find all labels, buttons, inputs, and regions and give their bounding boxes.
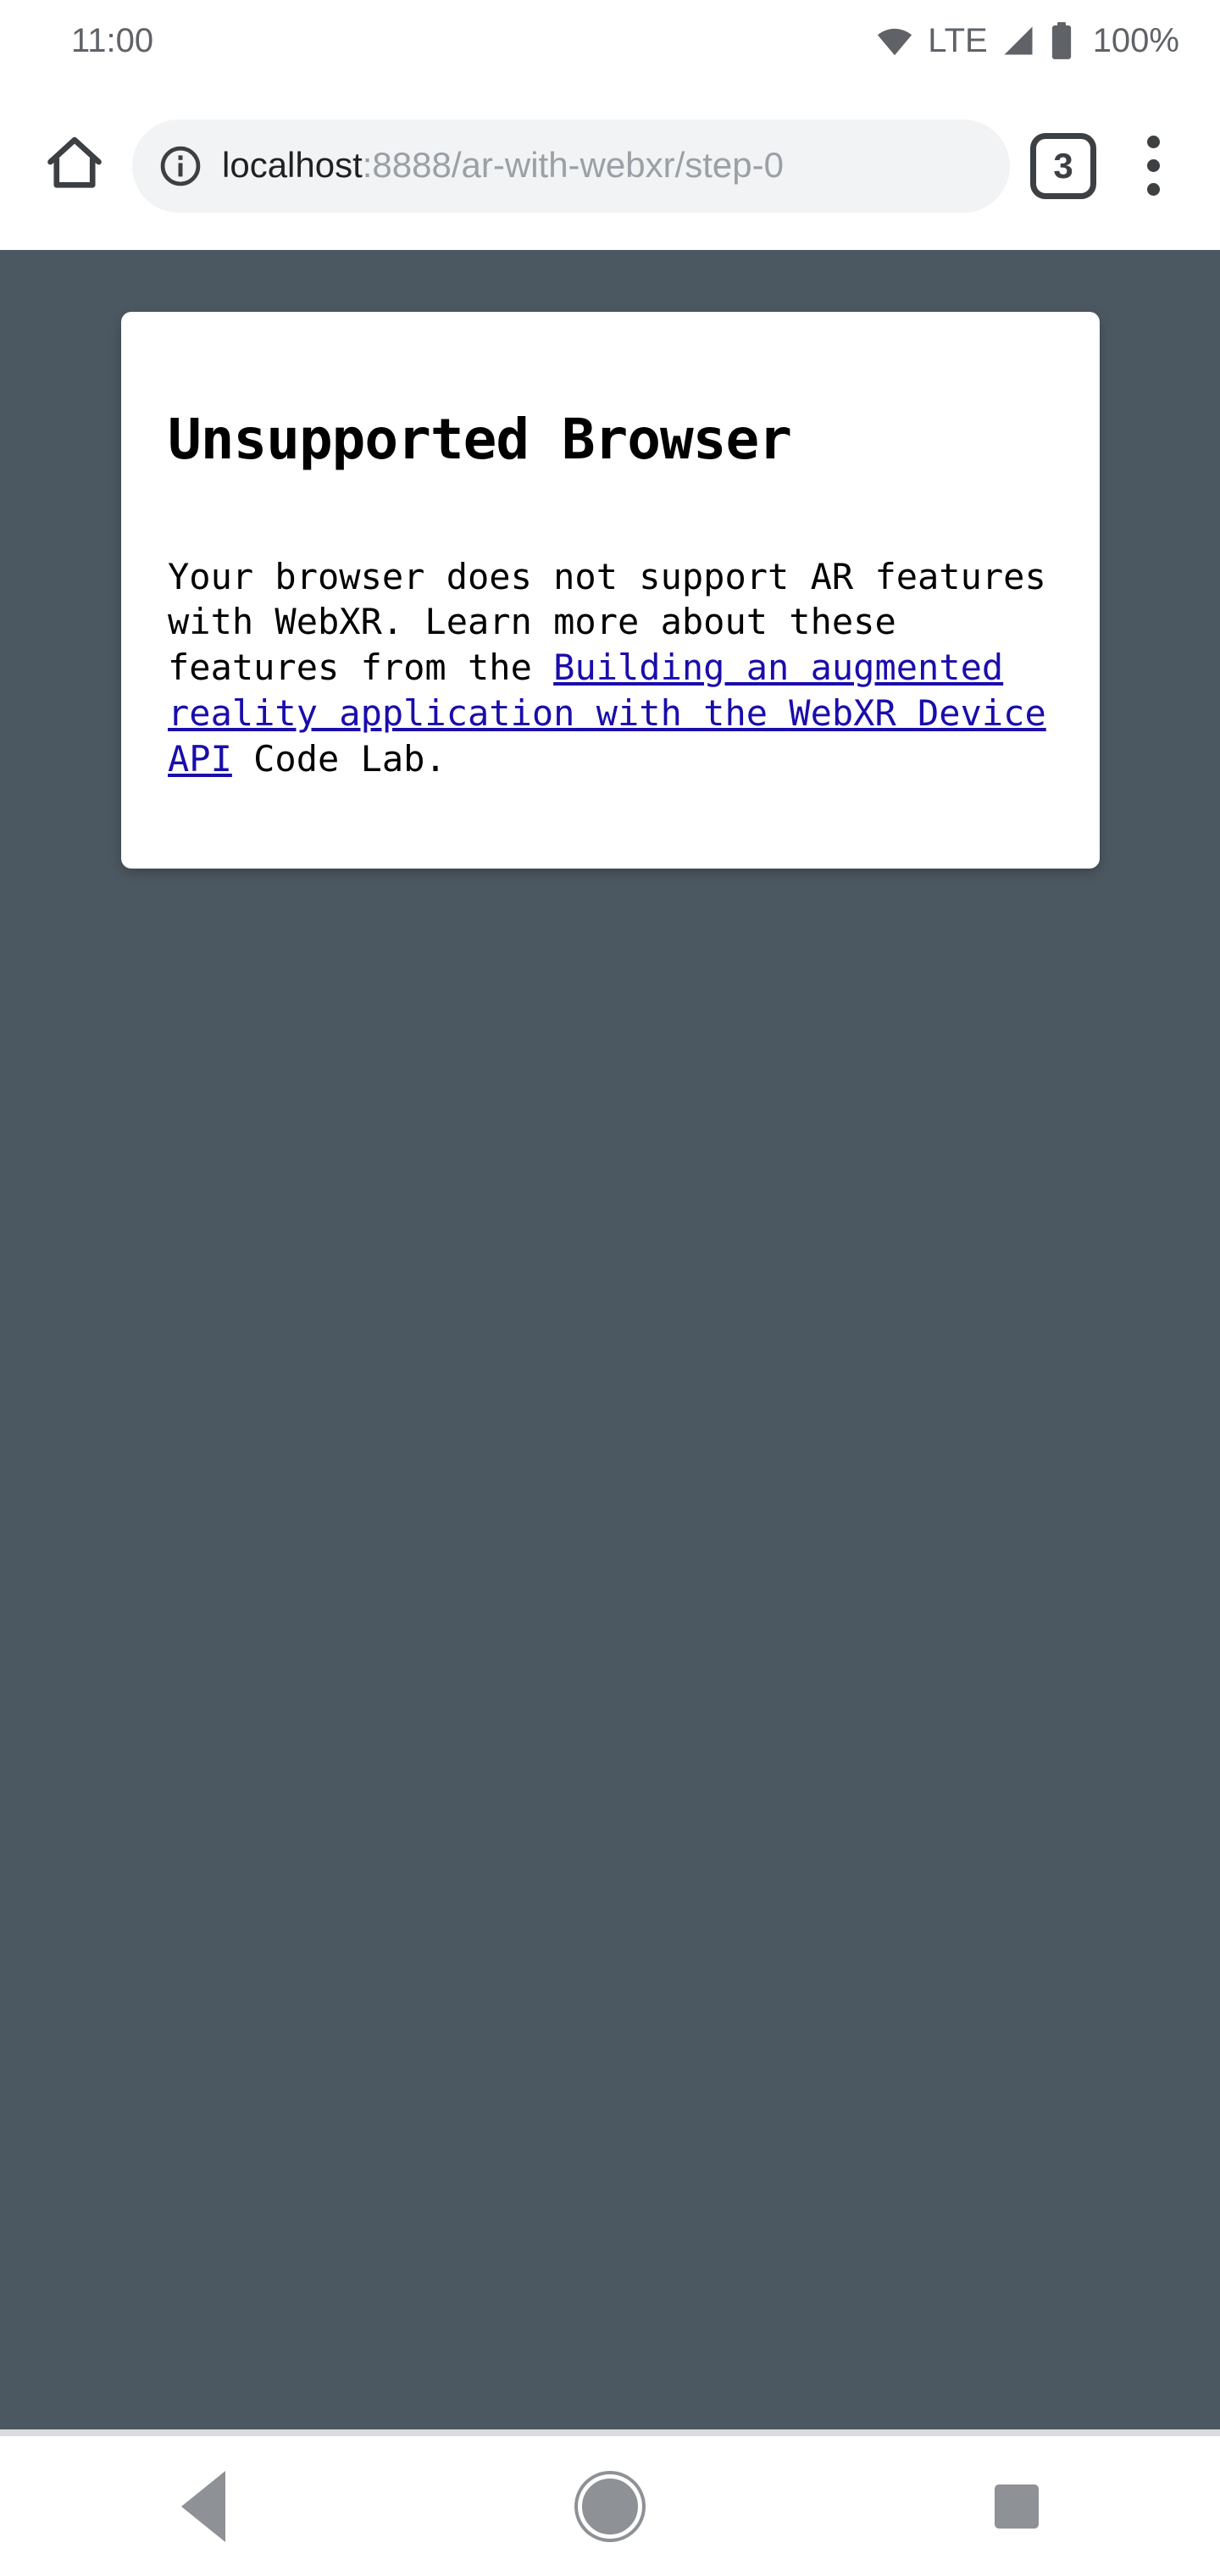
address-bar[interactable]: localhost:8888/ar-with-webxr/step-0: [132, 119, 1010, 213]
more-vertical-icon[interactable]: [1115, 124, 1191, 208]
unsupported-browser-card: Unsupported Browser Your browser does no…: [121, 312, 1100, 869]
home-circle-icon: [582, 2478, 638, 2534]
nav-home-button[interactable]: [525, 2436, 695, 2576]
url-host: localhost: [222, 146, 363, 186]
menu-dot-1: [1146, 136, 1160, 148]
network-type-label: LTE: [928, 22, 988, 59]
battery-icon: [1049, 21, 1074, 60]
browser-toolbar: localhost:8888/ar-with-webxr/step-0 3: [0, 81, 1220, 250]
recents-square-icon: [995, 2484, 1039, 2529]
nav-back-button[interactable]: [119, 2436, 288, 2576]
tab-count-label: 3: [1053, 145, 1073, 186]
url-path: :8888/ar-with-webxr/step-0: [362, 146, 784, 186]
battery-percent-label: 100%: [1092, 22, 1179, 59]
signal-icon: [1000, 22, 1037, 59]
back-icon: [181, 2470, 225, 2542]
info-icon[interactable]: [158, 143, 203, 189]
home-button[interactable]: [29, 120, 120, 212]
nav-bar-divider: [0, 2429, 1220, 2436]
body-suffix-text: Code Lab.: [231, 737, 446, 780]
home-icon: [42, 131, 107, 200]
nav-recents-button[interactable]: [932, 2436, 1101, 2576]
menu-dot-3: [1146, 183, 1160, 196]
android-status-bar: 11:00 LTE 100%: [0, 0, 1220, 81]
tab-switcher-button[interactable]: 3: [1030, 132, 1096, 199]
android-nav-bar: [0, 2436, 1220, 2576]
wifi-icon: [875, 21, 914, 60]
address-bar-url: localhost:8888/ar-with-webxr/step-0: [222, 146, 784, 185]
status-clock: 11:00: [71, 22, 154, 59]
page-viewport: Unsupported Browser Your browser does no…: [0, 250, 1220, 2429]
page-title: Unsupported Browser: [168, 407, 792, 472]
status-icon-group: LTE 100%: [875, 21, 1179, 60]
menu-dot-2: [1146, 159, 1160, 172]
card-body-text: Your browser does not support AR feature…: [168, 471, 1053, 782]
